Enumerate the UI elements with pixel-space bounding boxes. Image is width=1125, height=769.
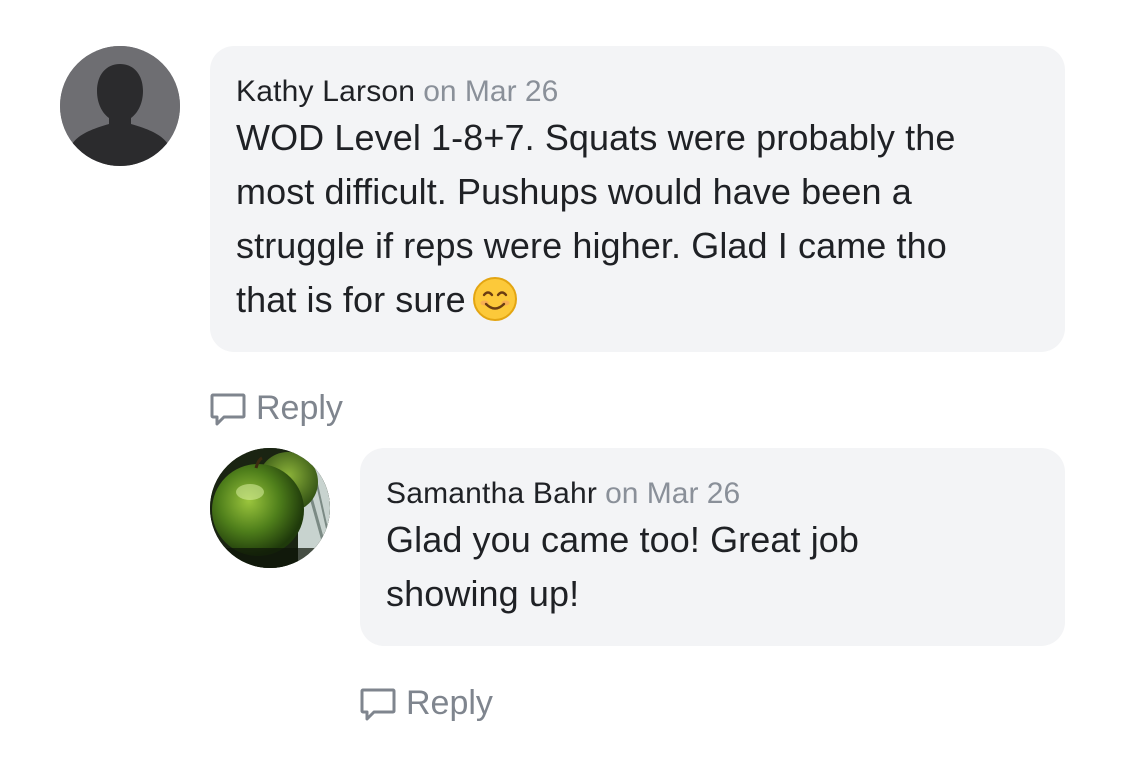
comment-date: on Mar 26 bbox=[605, 477, 741, 510]
comment-date: on Mar 26 bbox=[423, 75, 559, 108]
comment-bubble: Samantha Bahr on Mar 26 Glad you came too… bbox=[360, 448, 1065, 646]
reply-button[interactable]: Reply bbox=[359, 684, 493, 723]
author-name[interactable]: Samantha Bahr bbox=[386, 477, 597, 510]
reply-label: Reply bbox=[256, 389, 343, 427]
comment-bubble: Kathy Larson on Mar 26 WOD Level 1-8+7. S… bbox=[210, 46, 1065, 352]
avatar[interactable] bbox=[210, 448, 330, 568]
green-apple-photo-icon bbox=[210, 448, 330, 568]
author-name[interactable]: Kathy Larson bbox=[236, 75, 415, 108]
user-silhouette-icon bbox=[60, 46, 180, 166]
comment-text: WOD Level 1-8+7. Squats were probably th… bbox=[236, 111, 1039, 327]
comment-text-line: Glad you came too! Great job bbox=[386, 519, 860, 560]
comment-thread: Kathy Larson on Mar 26 WOD Level 1-8+7. S… bbox=[0, 0, 1125, 769]
smiling-face-emoji-icon bbox=[472, 276, 518, 322]
comment-text-line: most difficult. Pushups would have been … bbox=[236, 171, 912, 212]
reply-label: Reply bbox=[406, 684, 493, 722]
comment-text-line: struggle if reps were higher. Glad I cam… bbox=[236, 225, 947, 266]
comment-meta: Samantha Bahr on Mar 26 bbox=[386, 475, 1039, 513]
reply-button[interactable]: Reply bbox=[209, 389, 343, 428]
comment-text-line: showing up! bbox=[386, 573, 580, 614]
comment-text-line: that is for sure bbox=[236, 279, 466, 320]
comment-bubble-icon bbox=[359, 685, 397, 723]
comment-text: Glad you came too! Great job showing up! bbox=[386, 513, 1039, 621]
comment-text-line: WOD Level 1-8+7. Squats were probably th… bbox=[236, 117, 956, 158]
comment-text-line-last: that is for sure bbox=[236, 273, 1039, 327]
comment-bubble-icon bbox=[209, 390, 247, 428]
avatar[interactable] bbox=[60, 46, 180, 166]
comment-meta: Kathy Larson on Mar 26 bbox=[236, 73, 1039, 111]
